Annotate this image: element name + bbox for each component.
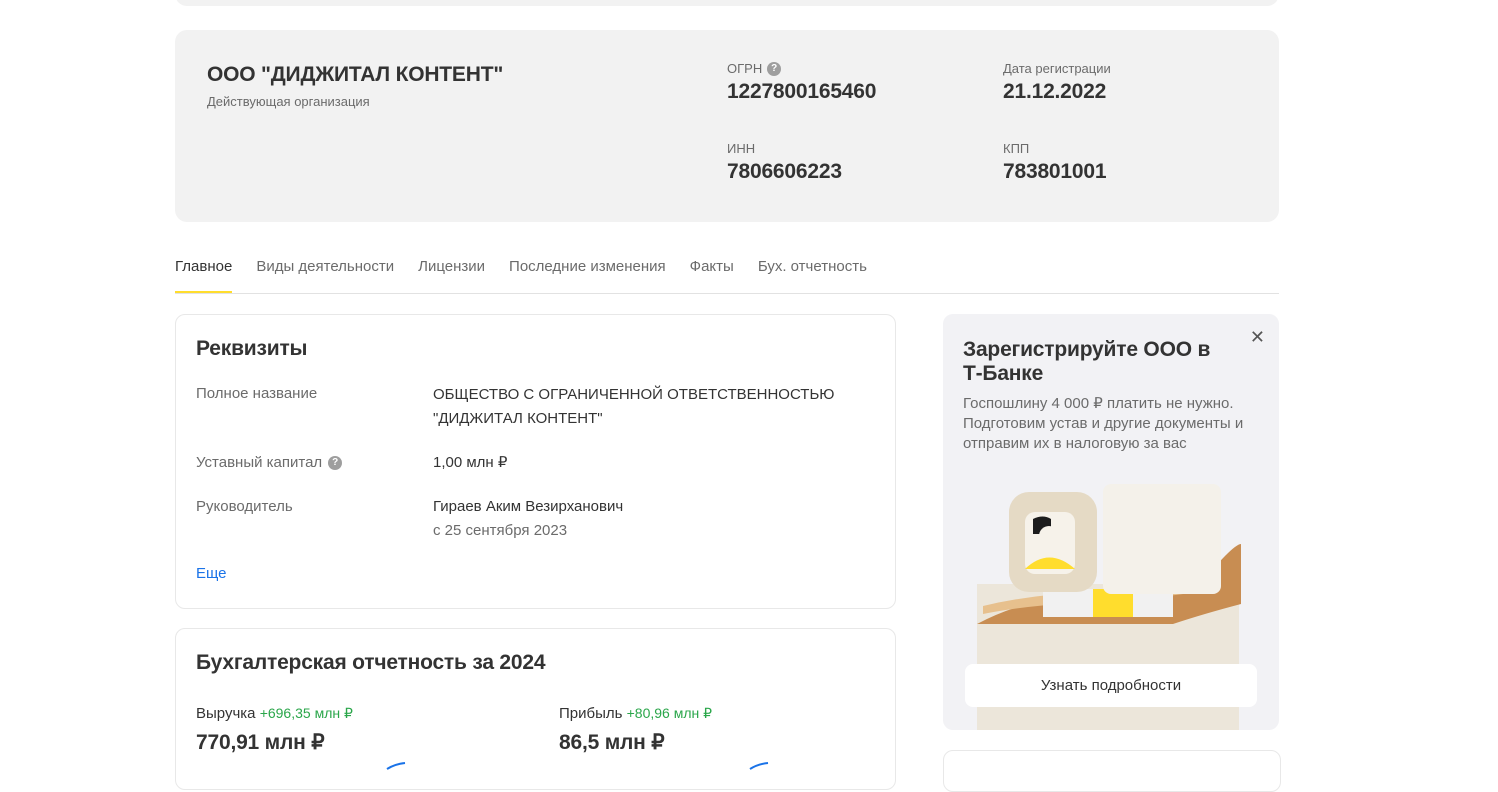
- full-name-label: Полное название: [196, 385, 318, 402]
- full-name-value: ОБЩЕСТВО С ОГРАНИЧЕННОЙ ОТВЕТСТВЕННОСТЬЮ…: [433, 386, 835, 427]
- revenue-delta: +696,35 млн ₽: [259, 705, 353, 721]
- previous-card-edge: [175, 0, 1279, 6]
- tab-main[interactable]: Главное: [175, 252, 233, 293]
- head-name[interactable]: Гираев Аким Везирханович: [433, 495, 853, 519]
- head-label: Руководитель: [196, 498, 293, 515]
- tab-licenses[interactable]: Лицензии: [418, 252, 485, 292]
- kpp-value: 783801001: [1003, 160, 1107, 183]
- ogrn-value: 1227800165460: [727, 80, 877, 103]
- question-circle-icon[interactable]: ?: [767, 61, 782, 76]
- close-icon[interactable]: ✕: [1250, 328, 1265, 346]
- tab-recent-changes[interactable]: Последние изменения: [509, 252, 666, 292]
- profit-value: 86,5 млн ₽: [559, 731, 665, 754]
- section-tabs: Главное Виды деятельности Лицензии После…: [175, 252, 1279, 294]
- profit-metric: Прибыль +80,96 млн ₽ 86,5 млн ₽: [559, 705, 712, 755]
- tab-activities[interactable]: Виды деятельности: [256, 252, 394, 292]
- inn-label: ИНН: [727, 141, 756, 156]
- company-summary-card: ООО "ДИДЖИТАЛ КОНТЕНТ" Действующая орган…: [175, 30, 1279, 222]
- revenue-sparkline: [386, 762, 406, 770]
- inn-field: ИНН 7806606223: [727, 141, 842, 184]
- ogrn-label: ОГРН: [727, 61, 763, 76]
- requisites-card: Реквизиты Полное название ОБЩЕСТВО С ОГР…: [175, 314, 896, 609]
- capital-label-row: Уставный капитал ?: [196, 454, 343, 471]
- more-link[interactable]: Еще: [196, 565, 227, 582]
- revenue-label: Выручка: [196, 705, 256, 722]
- kpp-field: КПП 783801001: [1003, 141, 1107, 184]
- promo-text: Госпошлину 4 000 ₽ платить не нужно. Под…: [963, 395, 1244, 452]
- reg-date-label: Дата регистрации: [1003, 61, 1111, 76]
- tab-facts[interactable]: Факты: [690, 252, 734, 292]
- accounting-card: Бухгалтерская отчетность за 2024 Выручка…: [175, 628, 896, 790]
- company-name: ООО "ДИДЖИТАЛ КОНТЕНТ": [207, 63, 504, 86]
- promo-banner: Зарегистрируйте ООО в Т-Банке Госпошлину…: [943, 314, 1279, 730]
- learn-more-button[interactable]: Узнать подробности: [965, 664, 1257, 707]
- reg-date-field: Дата регистрации 21.12.2022: [1003, 61, 1111, 104]
- company-status: Действующая организация: [207, 94, 370, 109]
- revenue-metric: Выручка +696,35 млн ₽ 770,91 млн ₽: [196, 705, 353, 755]
- profit-label: Прибыль: [559, 705, 623, 722]
- promo-title: Зарегистрируйте ООО в Т-Банке: [963, 338, 1211, 385]
- revenue-value: 770,91 млн ₽: [196, 731, 325, 754]
- reg-date-value: 21.12.2022: [1003, 80, 1107, 103]
- profit-delta: +80,96 млн ₽: [626, 705, 713, 721]
- accounting-title: Бухгалтерская отчетность за 2024: [196, 651, 546, 674]
- head-value: Гираев Аким Везирханович с 25 сентября 2…: [433, 495, 853, 543]
- capital-value: 1,00 млн ₽: [433, 454, 508, 471]
- profit-sparkline: [749, 762, 769, 770]
- question-circle-icon[interactable]: ?: [328, 455, 343, 470]
- kpp-label: КПП: [1003, 141, 1030, 156]
- inn-value: 7806606223: [727, 160, 842, 183]
- next-sidebar-card: [943, 750, 1281, 792]
- ogrn-field: ОГРН ? 1227800165460: [727, 61, 876, 104]
- requisites-title: Реквизиты: [196, 337, 308, 360]
- head-since: с 25 сентября 2023: [433, 522, 568, 539]
- tab-accounting[interactable]: Бух. отчетность: [758, 252, 867, 292]
- capital-label: Уставный капитал: [196, 454, 323, 471]
